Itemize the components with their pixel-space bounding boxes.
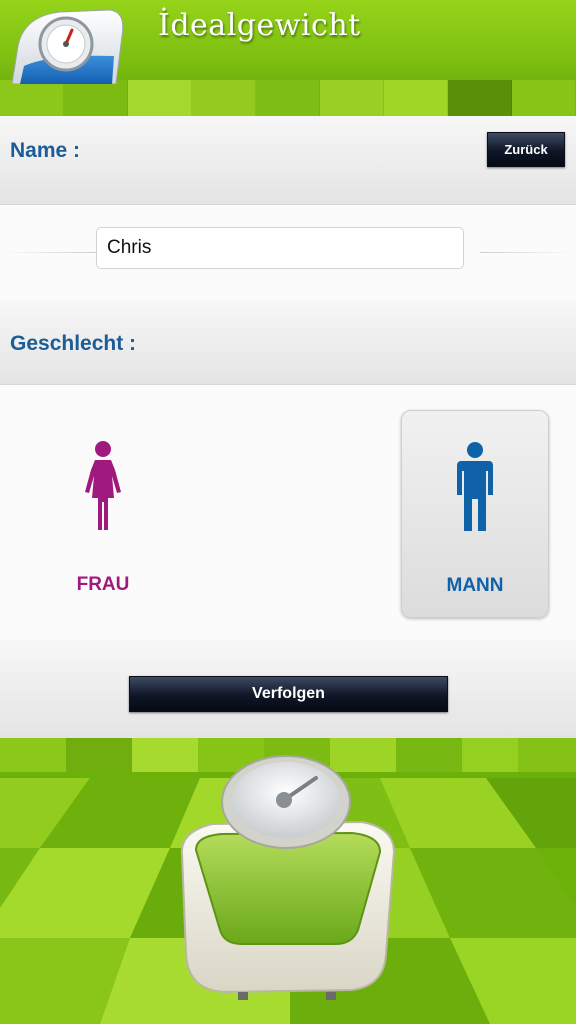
- divider-left: [0, 252, 96, 253]
- footer-illustration: [0, 738, 576, 1024]
- scale-icon: [180, 755, 396, 1000]
- male-icon: [457, 442, 493, 531]
- scale-logo-icon: [11, 9, 124, 84]
- continue-button[interactable]: Verfolgen: [129, 676, 448, 712]
- gender-option-frau[interactable]: FRAU: [30, 410, 176, 616]
- divider-right: [480, 252, 576, 253]
- name-label: Name :: [10, 139, 81, 162]
- gender-option-mann-selected[interactable]: MANN: [401, 410, 549, 618]
- back-button[interactable]: Zurück: [487, 132, 565, 167]
- female-icon: [85, 441, 121, 530]
- gender-label: Geschlecht :: [10, 332, 137, 355]
- name-input[interactable]: [96, 227, 464, 269]
- header-tile-strip: [0, 80, 576, 116]
- gender-label-mann: MANN: [446, 575, 504, 596]
- gender-label-frau: FRAU: [76, 574, 130, 595]
- gender-section: Geschlecht :: [0, 300, 576, 384]
- app-header: İdealgewicht: [0, 0, 576, 116]
- app-title: İdealgewicht: [158, 8, 361, 43]
